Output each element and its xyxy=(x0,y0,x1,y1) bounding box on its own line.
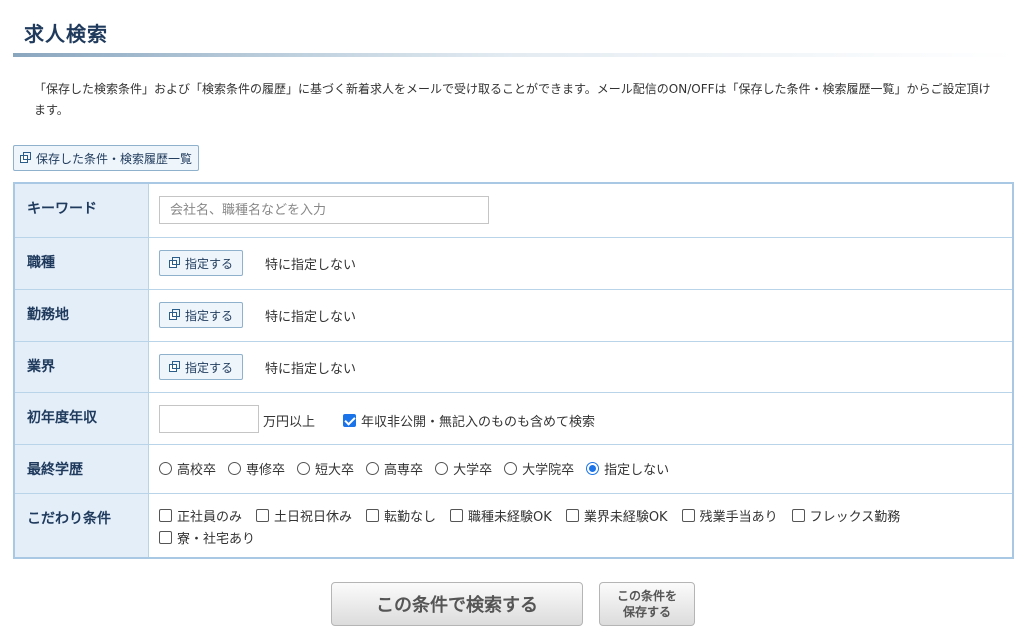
keyword-input[interactable] xyxy=(159,196,489,224)
location-assign-button[interactable]: 指定する xyxy=(159,302,243,328)
pref-label: 土日祝日休み xyxy=(274,509,353,525)
education-option-label: 高専卒 xyxy=(384,463,424,478)
education-option-junior-college[interactable]: 短大卒 xyxy=(297,459,354,478)
radio-icon xyxy=(366,462,380,475)
preferences-row: こだわり条件 正社員のみ 土日祝日休み 転勤なし 職種未経験OK 業界未経験OK… xyxy=(15,493,1012,557)
pref-label: 残業手当あり xyxy=(699,509,778,525)
pref-dormitory[interactable]: 寮・社宅あり xyxy=(159,528,256,547)
education-option-label: 大学院卒 xyxy=(522,463,575,478)
education-option-technical-college[interactable]: 高専卒 xyxy=(366,459,423,478)
education-option-label: 高校卒 xyxy=(177,463,217,478)
pref-label: 職種未経験OK xyxy=(468,509,552,525)
window-icon xyxy=(168,257,181,269)
location-row: 勤務地 指定する 特に指定しない xyxy=(15,289,1012,341)
saved-conditions-button[interactable]: 保存した条件・検索履歴一覧 xyxy=(13,145,200,171)
job-type-row: 職種 指定する 特に指定しない xyxy=(15,237,1012,289)
radio-icon xyxy=(228,462,242,475)
education-option-high-school[interactable]: 高校卒 xyxy=(159,459,216,478)
title-underline xyxy=(13,53,1015,57)
salary-input[interactable] xyxy=(159,405,259,433)
search-form: キーワード 職種 指定する 特に指定しない 勤務地 指定する 特に指定しない 業… xyxy=(13,182,1014,559)
industry-assign-button[interactable]: 指定する xyxy=(159,354,243,380)
location-assign-label: 指定する xyxy=(184,308,233,323)
preferences-label: こだわり条件 xyxy=(15,494,149,557)
checkbox-icon xyxy=(159,508,172,522)
intro-text: 「保存した検索条件」および「検索条件の履歴」に基づく新着求人をメールで受け取るこ… xyxy=(34,82,991,117)
job-type-assign-label: 指定する xyxy=(184,256,233,271)
checkbox-icon xyxy=(681,508,695,522)
radio-selected-icon xyxy=(586,462,600,475)
save-conditions-button[interactable]: この条件を 保存する xyxy=(599,582,695,626)
pref-weekends-off[interactable]: 土日祝日休み xyxy=(256,506,353,525)
pref-label: 寮・社宅あり xyxy=(177,531,256,547)
pref-job-inexperienced-ok[interactable]: 職種未経験OK xyxy=(450,506,552,525)
radio-icon xyxy=(504,462,518,475)
education-option-label: 短大卒 xyxy=(315,463,355,478)
checkbox-icon xyxy=(450,508,464,522)
job-type-label: 職種 xyxy=(15,238,149,289)
salary-row: 初年度年収 万円以上 年収非公開・無記入のものも含めて検索 xyxy=(15,392,1012,444)
industry-label: 業界 xyxy=(15,342,149,392)
education-option-label: 大学卒 xyxy=(453,463,493,478)
preferences-options: 正社員のみ 土日祝日休み 転勤なし 職種未経験OK 業界未経験OK 残業手当あり… xyxy=(159,506,999,547)
checkbox-icon xyxy=(366,508,380,522)
page-title: 求人検索 xyxy=(24,22,108,46)
pref-label: フレックス勤務 xyxy=(809,509,901,525)
salary-unit: 万円以上 xyxy=(263,415,316,430)
industry-row: 業界 指定する 特に指定しない xyxy=(15,341,1012,392)
location-label: 勤務地 xyxy=(15,290,149,341)
education-row: 最終学歴 高校卒 専修卒 短大卒 高専卒 大学卒 大学院卒 指定しない xyxy=(15,444,1012,493)
pref-flex-time[interactable]: フレックス勤務 xyxy=(791,506,901,525)
checkbox-icon xyxy=(256,508,270,522)
job-type-status: 特に指定しない xyxy=(265,258,357,273)
education-option-university[interactable]: 大学卒 xyxy=(435,459,492,478)
radio-icon xyxy=(159,462,172,475)
checkbox-checked-icon xyxy=(343,414,356,427)
keyword-label: キーワード xyxy=(15,184,149,237)
pref-no-relocation[interactable]: 転勤なし xyxy=(366,506,437,525)
education-option-unspecified[interactable]: 指定しない xyxy=(586,459,669,478)
education-option-label: 指定しない xyxy=(604,463,670,478)
window-icon xyxy=(168,309,181,321)
education-option-label: 専修卒 xyxy=(246,463,286,478)
location-status: 特に指定しない xyxy=(265,310,357,325)
saved-conditions-label: 保存した条件・検索履歴一覧 xyxy=(36,151,193,166)
save-button-line2: 保存する xyxy=(622,605,671,619)
education-option-graduate[interactable]: 大学院卒 xyxy=(504,459,574,478)
window-icon xyxy=(20,152,32,164)
pref-fulltime-only[interactable]: 正社員のみ xyxy=(159,506,243,525)
industry-assign-label: 指定する xyxy=(184,360,233,375)
salary-label: 初年度年収 xyxy=(15,393,149,444)
pref-industry-inexperienced-ok[interactable]: 業界未経験OK xyxy=(565,506,668,525)
job-type-assign-button[interactable]: 指定する xyxy=(159,250,243,276)
include-undisclosed-label: 年収非公開・無記入のものも含めて検索 xyxy=(361,415,596,430)
pref-label: 業界未経験OK xyxy=(583,509,668,525)
pref-label: 転勤なし xyxy=(384,509,437,525)
window-icon xyxy=(168,361,181,373)
include-undisclosed-checkbox[interactable]: 年収非公開・無記入のものも含めて検索 xyxy=(343,411,595,430)
search-button[interactable]: この条件で検索する xyxy=(331,582,583,626)
checkbox-icon xyxy=(159,530,172,544)
keyword-row: キーワード xyxy=(15,184,1012,237)
industry-status: 特に指定しない xyxy=(265,362,357,377)
checkbox-icon xyxy=(565,508,579,522)
education-option-vocational[interactable]: 専修卒 xyxy=(228,459,285,478)
radio-icon xyxy=(435,462,449,475)
save-button-line1: この条件を xyxy=(616,589,677,603)
education-label: 最終学歴 xyxy=(15,445,149,493)
pref-label: 正社員のみ xyxy=(177,509,243,525)
radio-icon xyxy=(297,462,311,475)
pref-overtime-pay[interactable]: 残業手当あり xyxy=(681,506,778,525)
checkbox-icon xyxy=(791,508,805,522)
education-options: 高校卒 専修卒 短大卒 高専卒 大学卒 大学院卒 指定しない xyxy=(159,459,681,478)
